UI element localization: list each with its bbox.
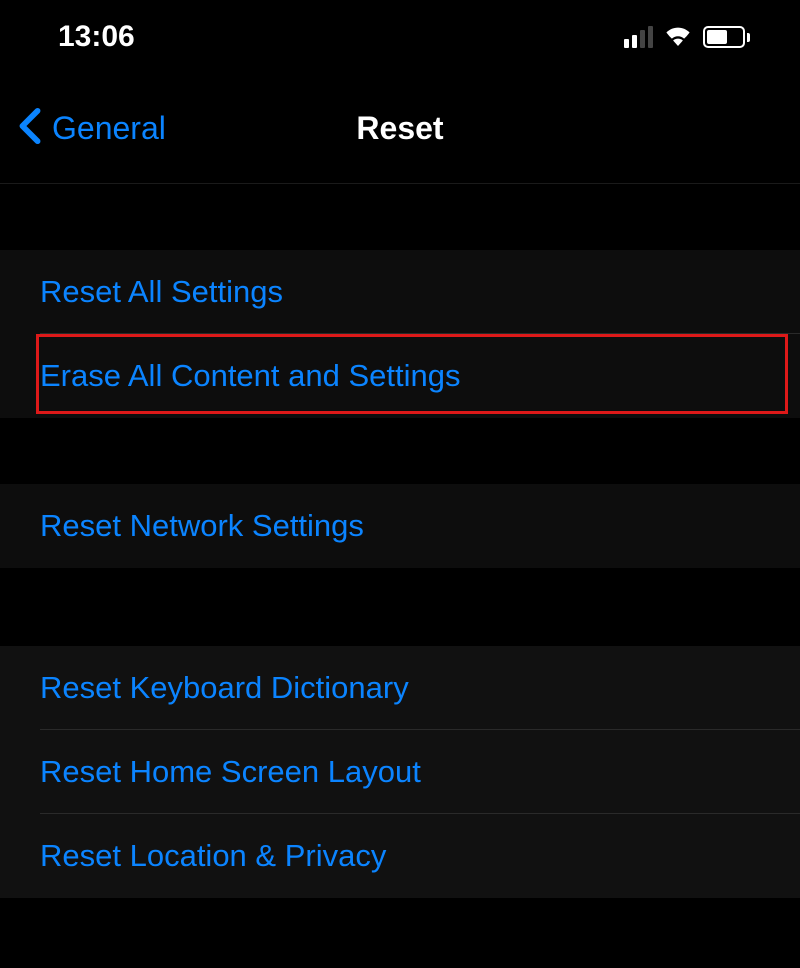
cellular-signal-icon [624, 26, 653, 48]
reset-location-row[interactable]: Reset Location & Privacy [0, 814, 800, 898]
spacer [0, 418, 800, 484]
reset-all-settings-row[interactable]: Reset All Settings [0, 250, 800, 334]
reset-network-row[interactable]: Reset Network Settings [0, 484, 800, 568]
reset-keyboard-row[interactable]: Reset Keyboard Dictionary [0, 646, 800, 730]
status-time: 13:06 [58, 20, 135, 54]
row-label: Reset Home Screen Layout [40, 754, 421, 790]
status-bar: 13:06 [0, 0, 800, 74]
row-label: Erase All Content and Settings [40, 358, 460, 394]
navigation-bar: General Reset [0, 74, 800, 184]
back-label: General [52, 110, 166, 147]
row-label: Reset Keyboard Dictionary [40, 670, 409, 706]
settings-group-2: Reset Network Settings [0, 484, 800, 568]
battery-icon [703, 26, 750, 48]
back-button[interactable]: General [0, 107, 166, 150]
chevron-left-icon [18, 107, 42, 150]
reset-home-screen-row[interactable]: Reset Home Screen Layout [0, 730, 800, 814]
settings-group-3: Reset Keyboard Dictionary Reset Home Scr… [0, 646, 800, 898]
page-title: Reset [356, 110, 443, 147]
row-label: Reset Network Settings [40, 508, 364, 544]
wifi-icon [663, 24, 693, 51]
spacer [0, 568, 800, 646]
row-label: Reset All Settings [40, 274, 283, 310]
content: Reset All Settings Erase All Content and… [0, 184, 800, 898]
status-icons [624, 24, 750, 51]
spacer [0, 184, 800, 250]
row-label: Reset Location & Privacy [40, 838, 386, 874]
erase-all-content-row[interactable]: Erase All Content and Settings [0, 334, 800, 418]
settings-group-1: Reset All Settings Erase All Content and… [0, 250, 800, 418]
